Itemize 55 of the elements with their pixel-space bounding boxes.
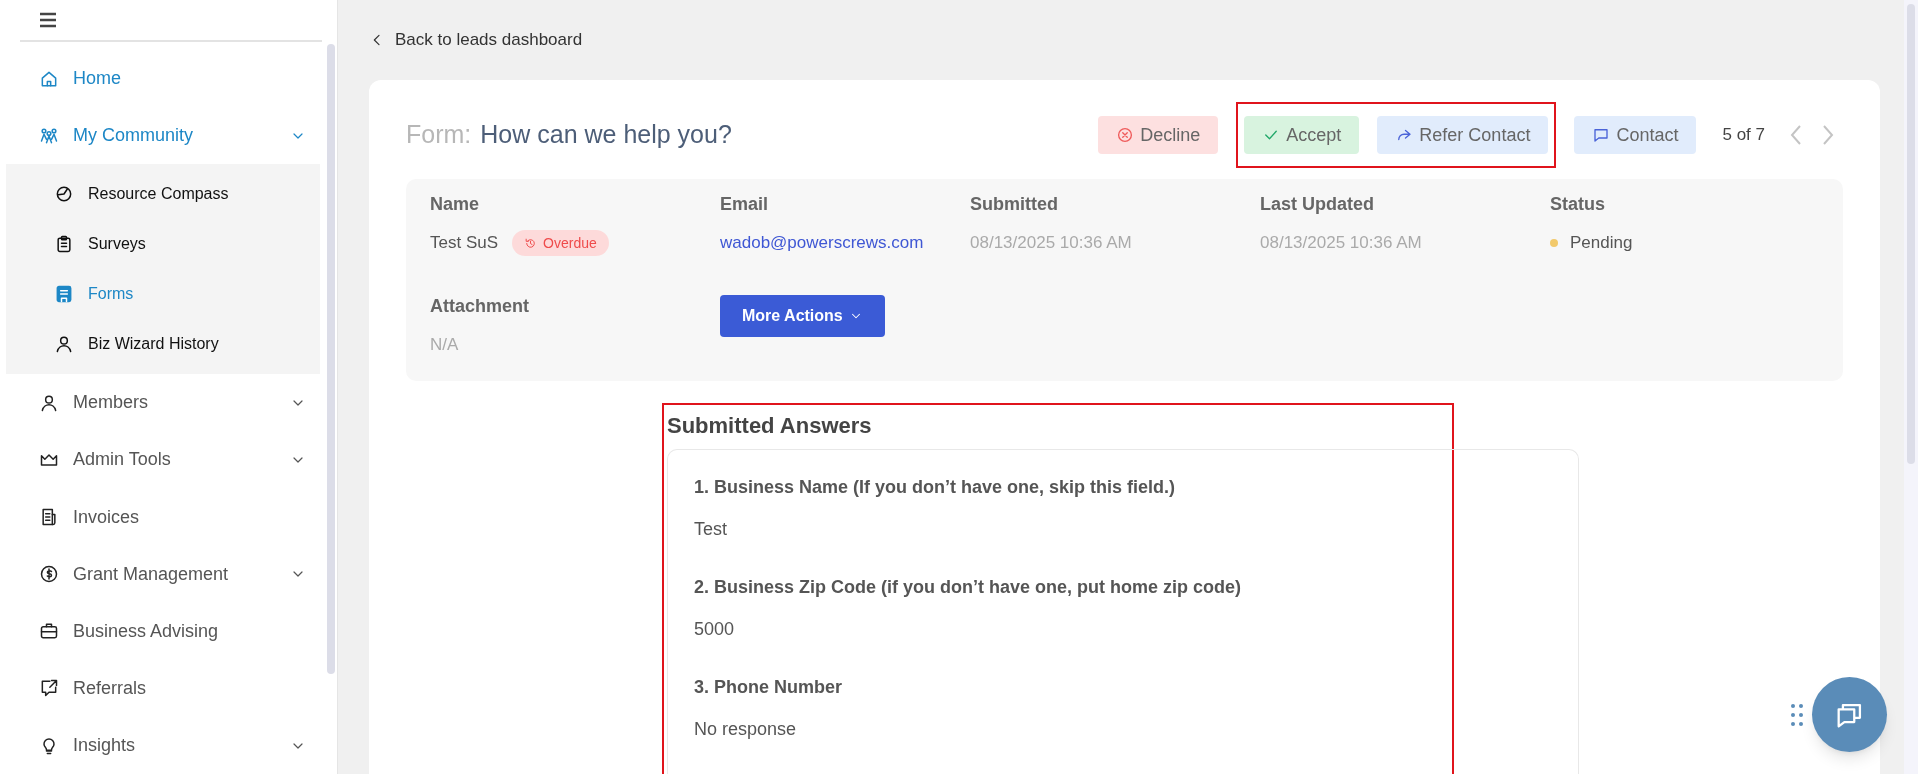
x-circle-icon	[1116, 126, 1135, 144]
question-text: 3. Phone Number	[694, 676, 844, 699]
form-title: How can we help you?	[480, 119, 733, 151]
sidebar-item[interactable]: Business Advising	[6, 602, 326, 660]
submenu-item[interactable]: Biz Wizard History	[6, 319, 320, 370]
sidebar-item[interactable]: Home	[6, 49, 326, 108]
submenu-item[interactable]: Resource Compass	[6, 169, 320, 220]
scrollbar-thumb[interactable]	[1907, 4, 1915, 464]
drag-handle-icon[interactable]	[1790, 703, 1804, 727]
pager-text: 5 of 7	[1722, 124, 1765, 147]
scrollbar-thumb[interactable]	[327, 44, 335, 674]
field-label: Name	[430, 193, 481, 216]
field-label: Email	[720, 193, 770, 216]
decline-button[interactable]: Decline	[1098, 116, 1219, 154]
sidebar-item[interactable]: Grant Management	[6, 545, 326, 603]
sidebar-item[interactable]: Admin Tools	[6, 431, 326, 489]
field-value: N/A	[430, 334, 460, 357]
question-text: 1. Business Name (If you don’t have one, skip this field.)	[694, 476, 1177, 499]
field-value: 08/13/2025 10:36 AM	[1260, 232, 1423, 254]
field-label: Status	[1550, 193, 1606, 216]
answer-text: 5000	[694, 618, 736, 641]
sidebar-item[interactable]: Insights	[6, 716, 326, 774]
field-value: 08/13/2025 10:36 AM	[970, 232, 1133, 254]
status-value: Pending	[1570, 232, 1633, 254]
sidebar-item[interactable]: My Community	[6, 107, 326, 165]
people-icon	[39, 125, 59, 146]
refer-button[interactable]: Refer Contact	[1377, 116, 1549, 154]
contact-button[interactable]: Contact	[1574, 116, 1697, 154]
sidebar-item[interactable]: Invoices	[6, 488, 326, 546]
field-value: Test SuS	[430, 232, 499, 255]
answer-text: No response	[694, 718, 798, 741]
receipt-icon	[39, 507, 59, 527]
answer-text: Test	[694, 518, 728, 541]
email-link[interactable]: wadob@powerscrews.com	[720, 230, 946, 256]
clipboard-icon	[54, 234, 74, 255]
share-chat-icon	[39, 678, 59, 699]
person-icon	[54, 334, 74, 355]
overdue-badge: Overdue	[512, 230, 609, 256]
form-icon	[54, 284, 74, 305]
section-title: Submitted Answers	[667, 412, 873, 439]
field-label: Submitted	[970, 193, 1059, 216]
back-link[interactable]: Back to leads dashboard	[369, 28, 583, 52]
clock-icon	[524, 236, 538, 250]
dollar-coin-icon	[39, 564, 59, 585]
accept-button[interactable]: Accept	[1244, 116, 1360, 154]
speech-bubble-icon	[1592, 126, 1611, 144]
sidebar-item[interactable]: Referrals	[6, 659, 326, 717]
sidebar-item[interactable]: Members	[6, 374, 326, 432]
submenu-item[interactable]: Forms	[6, 269, 320, 320]
submenu-item[interactable]: Surveys	[6, 219, 320, 270]
more-actions-button[interactable]: More Actions	[720, 295, 885, 338]
question-text: 2. Business Zip Code (if you don’t have one, put home zip code)	[694, 576, 1243, 599]
field-label: Attachment	[430, 295, 530, 319]
form-label: Form:	[406, 119, 472, 151]
field-label: Last Updated	[1260, 193, 1375, 216]
